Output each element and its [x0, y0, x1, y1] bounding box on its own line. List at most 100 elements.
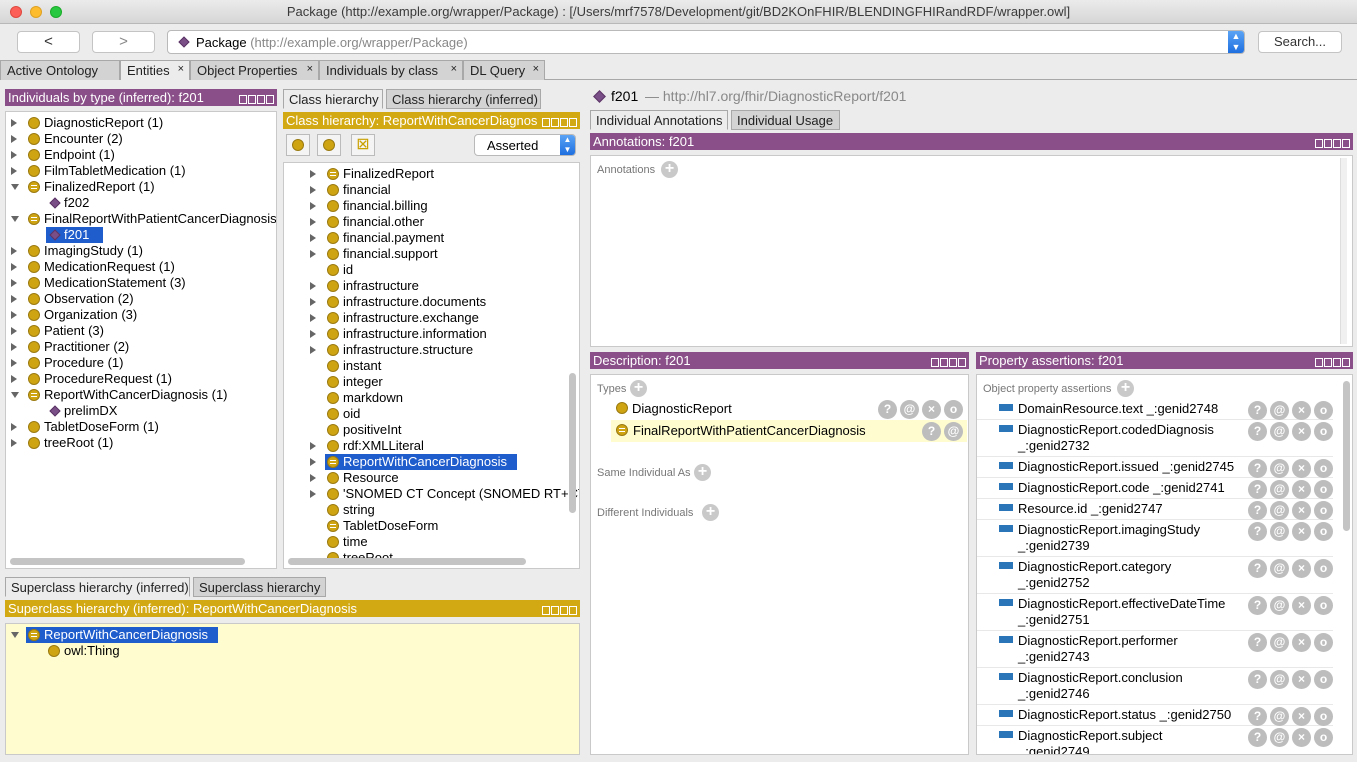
property-assertions-scrollbar[interactable]	[1343, 381, 1350, 531]
class-row[interactable]: time	[284, 534, 564, 550]
tab-individuals-by-class[interactable]: Individuals by class ×	[319, 60, 463, 80]
help-icon[interactable]: ?	[1248, 459, 1267, 478]
superclass-child-row[interactable]: owl:Thing	[6, 643, 206, 659]
expand-arrow-icon[interactable]	[310, 202, 316, 210]
class-row[interactable]: instant	[284, 358, 564, 374]
add-different-individual-icon[interactable]: +	[702, 504, 719, 521]
object-property-assertion-row[interactable]: DiagnosticReport.category _:genid2752? @ × o	[977, 557, 1333, 594]
tab-active-ontology[interactable]: Active Ontology	[0, 60, 120, 80]
class-row[interactable]: integer	[284, 374, 564, 390]
expand-arrow-icon[interactable]	[310, 234, 316, 242]
class-row[interactable]: infrastructure.structure	[284, 342, 564, 358]
class-row[interactable]: treeRoot (1)	[6, 435, 276, 451]
class-row[interactable]: Procedure (1)	[6, 355, 276, 371]
class-row[interactable]: FinalizedReport (1)	[6, 179, 276, 195]
object-property-assertion-row[interactable]: DiagnosticReport.code _:genid2741? @ × o	[977, 478, 1333, 499]
tab-class-hierarchy-inferred[interactable]: Class hierarchy (inferred)	[386, 89, 541, 109]
forward-button[interactable]: >	[92, 31, 155, 53]
expand-arrow-icon[interactable]	[310, 458, 316, 466]
help-icon[interactable]: ?	[922, 422, 941, 441]
class-row[interactable]: string	[284, 502, 564, 518]
delete-icon[interactable]: ×	[1292, 422, 1311, 441]
class-row[interactable]: MedicationStatement (3)	[6, 275, 276, 291]
entity-address-field[interactable]: Package (http://example.org/wrapper/Pack…	[167, 30, 1245, 54]
annotate-icon[interactable]: @	[1270, 501, 1289, 520]
annotate-icon[interactable]: @	[1270, 480, 1289, 499]
add-annotation-icon[interactable]: +	[661, 161, 678, 178]
help-icon[interactable]: ?	[1248, 728, 1267, 747]
tab-class-hierarchy[interactable]: Class hierarchy	[283, 89, 383, 109]
expand-arrow-icon[interactable]	[310, 314, 316, 322]
hierarchy-mode-select[interactable]: Asserted ▲ ▼	[474, 134, 576, 156]
help-icon[interactable]: ?	[1248, 559, 1267, 578]
help-icon[interactable]: ?	[1248, 401, 1267, 420]
annotate-icon[interactable]: @	[1270, 522, 1289, 541]
address-dropdown-icon[interactable]: ▲ ▼	[1228, 31, 1244, 53]
class-row[interactable]: infrastructure.information	[284, 326, 564, 342]
class-row[interactable]: ReportWithCancerDiagnosis	[284, 454, 564, 470]
delete-icon[interactable]: ×	[1292, 501, 1311, 520]
class-row[interactable]: FinalizedReport	[284, 166, 564, 182]
class-row[interactable]: Endpoint (1)	[6, 147, 276, 163]
panel-controls-icon[interactable]	[238, 92, 274, 106]
annotate-icon[interactable]: @	[1270, 401, 1289, 420]
annotate-icon[interactable]: @	[944, 422, 963, 441]
annotate-icon[interactable]: @	[1270, 559, 1289, 578]
expand-arrow-icon[interactable]	[11, 343, 17, 351]
expand-arrow-icon[interactable]	[310, 250, 316, 258]
collapse-arrow-icon[interactable]	[11, 216, 19, 222]
object-property-assertion-row[interactable]: DiagnosticReport.issued _:genid2745? @ × o	[977, 457, 1333, 478]
delete-icon[interactable]: ×	[1292, 596, 1311, 615]
class-row[interactable]: DiagnosticReport (1)	[6, 115, 276, 131]
annotate-icon[interactable]: @	[1270, 596, 1289, 615]
class-row[interactable]: Patient (3)	[6, 323, 276, 339]
object-property-assertion-row[interactable]: DiagnosticReport.subject _:genid2749? @ × o	[977, 726, 1333, 754]
expand-arrow-icon[interactable]	[310, 346, 316, 354]
object-property-assertion-row[interactable]: Resource.id _:genid2747? @ × o	[977, 499, 1333, 520]
edit-icon[interactable]: o	[1314, 633, 1333, 652]
class-row[interactable]: financial.other	[284, 214, 564, 230]
help-icon[interactable]: ?	[1248, 480, 1267, 499]
add-object-property-icon[interactable]: +	[1117, 380, 1134, 397]
panel-controls-icon[interactable]	[1314, 355, 1350, 369]
object-property-assertion-row[interactable]: DiagnosticReport.status _:genid2750? @ × o	[977, 705, 1333, 726]
edit-icon[interactable]: o	[1314, 422, 1333, 441]
annotate-icon[interactable]: @	[1270, 670, 1289, 689]
horizontal-scrollbar[interactable]	[10, 558, 245, 565]
delete-icon[interactable]: ×	[1292, 670, 1311, 689]
delete-icon[interactable]: ×	[922, 400, 941, 419]
delete-icon[interactable]: ×	[1292, 707, 1311, 726]
class-row[interactable]: ReportWithCancerDiagnosis (1)	[6, 387, 276, 403]
delete-class-icon[interactable]: ⊠	[351, 134, 375, 156]
edit-icon[interactable]: o	[1314, 401, 1333, 420]
type-row[interactable]: DiagnosticReport ? @ × o	[611, 399, 967, 419]
close-tab-icon[interactable]: ×	[451, 63, 457, 75]
class-row[interactable]: ImagingStudy (1)	[6, 243, 276, 259]
tab-superclass-hierarchy[interactable]: Superclass hierarchy	[193, 577, 326, 597]
panel-controls-icon[interactable]	[930, 355, 966, 369]
edit-icon[interactable]: o	[944, 400, 963, 419]
type-row-inferred[interactable]: FinalReportWithPatientCancerDiagnosis ? …	[611, 420, 967, 442]
class-row[interactable]: markdown	[284, 390, 564, 406]
class-row[interactable]: oid	[284, 406, 564, 422]
add-same-individual-icon[interactable]: +	[694, 464, 711, 481]
edit-icon[interactable]: o	[1314, 670, 1333, 689]
expand-arrow-icon[interactable]	[11, 375, 17, 383]
class-row[interactable]: Organization (3)	[6, 307, 276, 323]
tab-superclass-hierarchy-inferred[interactable]: Superclass hierarchy (inferred)	[5, 577, 190, 597]
search-button[interactable]: Search...	[1258, 31, 1342, 53]
edit-icon[interactable]: o	[1314, 707, 1333, 726]
class-row[interactable]: Practitioner (2)	[6, 339, 276, 355]
superclass-root-row[interactable]: ReportWithCancerDiagnosis	[6, 627, 226, 643]
class-row[interactable]: financial.support	[284, 246, 564, 262]
expand-arrow-icon[interactable]	[11, 423, 17, 431]
object-property-assertion-row[interactable]: DomainResource.text _:genid2748? @ × o	[977, 399, 1333, 420]
expand-arrow-icon[interactable]	[11, 119, 17, 127]
annotate-icon[interactable]: @	[1270, 459, 1289, 478]
expand-arrow-icon[interactable]	[310, 186, 316, 194]
individual-row[interactable]: prelimDX	[6, 403, 276, 419]
edit-icon[interactable]: o	[1314, 501, 1333, 520]
close-tab-icon[interactable]: ×	[307, 63, 313, 75]
help-icon[interactable]: ?	[1248, 633, 1267, 652]
help-icon[interactable]: ?	[1248, 596, 1267, 615]
